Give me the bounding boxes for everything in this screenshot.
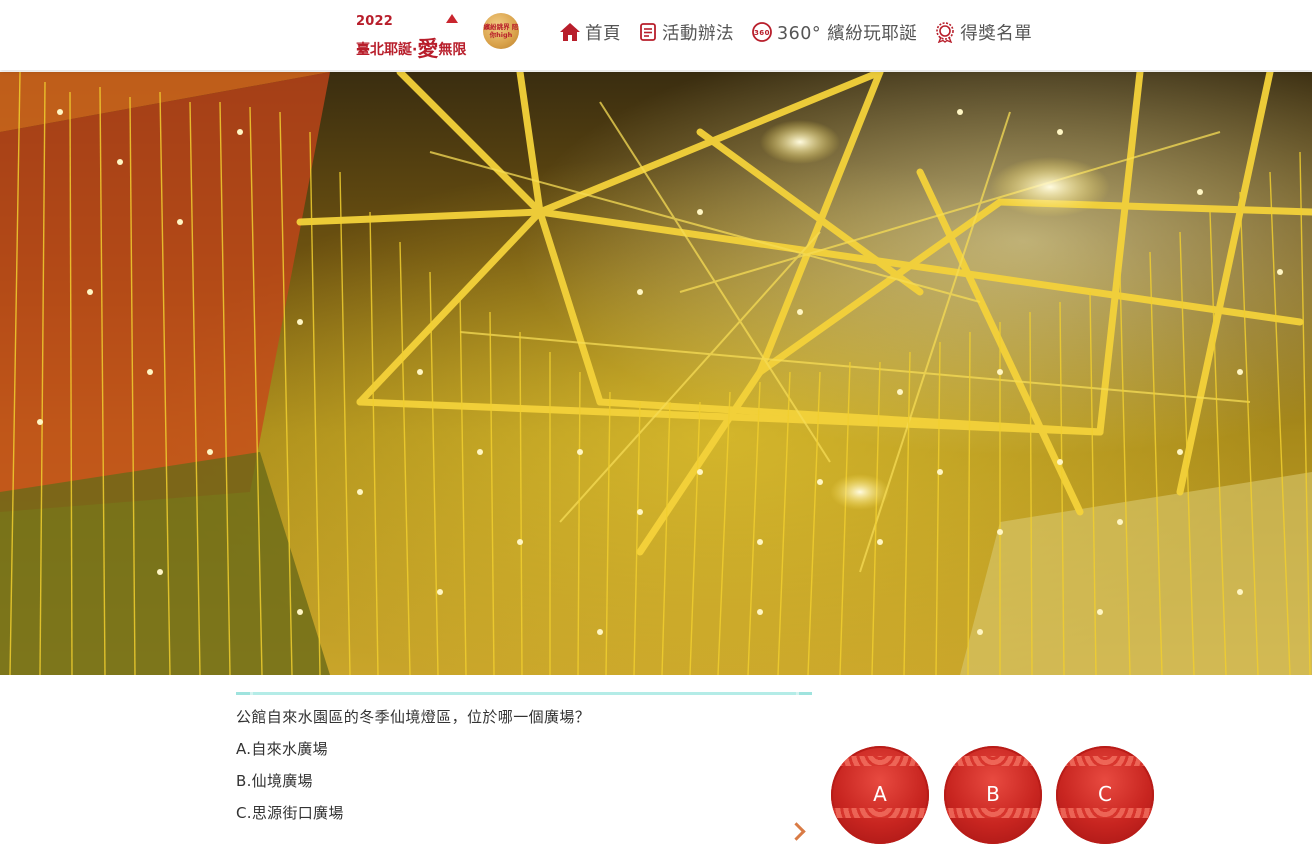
main-nav: 首頁 活動辦法 360 360° 繽紛玩耶誕 得獎名單: [559, 18, 1049, 46]
hero-image: [0, 72, 1312, 675]
ornament-band: [1056, 808, 1154, 818]
award-icon: [934, 21, 960, 43]
ornament-band: [944, 756, 1042, 766]
section-divider: [236, 692, 812, 695]
quiz-option-c: C.思源街口廣場: [236, 804, 344, 822]
nav-home-label: 首頁: [585, 23, 621, 44]
nav-rules[interactable]: 活動辦法: [638, 20, 734, 45]
logo-title-left: 臺北耶誕: [356, 42, 412, 58]
nav-360[interactable]: 360 360° 繽紛玩耶誕: [751, 20, 917, 45]
answer-label-a: A: [873, 782, 887, 806]
logo-title: 臺北耶誕·愛無限: [356, 31, 466, 61]
ornament-band: [1056, 756, 1154, 766]
document-icon: [638, 22, 662, 42]
arrow-icon: [787, 822, 806, 841]
nav-winners-label: 得獎名單: [960, 23, 1033, 44]
answer-button-b[interactable]: B: [944, 746, 1042, 844]
360-icon: 360: [751, 21, 777, 43]
answer-label-c: C: [1098, 782, 1112, 806]
string-lights-graphic: [0, 72, 1312, 675]
nav-winners[interactable]: 得獎名單: [934, 20, 1032, 45]
site-logo[interactable]: 2022 臺北耶誕·愛無限 繽紛跳界 陪你high: [356, 11, 521, 61]
logo-year: 2022: [356, 14, 393, 29]
logo-title-right: 無限: [438, 42, 467, 58]
answer-button-a[interactable]: A: [831, 746, 929, 844]
ornament-band: [944, 808, 1042, 818]
logo-badge: 繽紛跳界 陪你high: [483, 13, 519, 49]
quiz-option-b: B.仙境廣場: [236, 772, 313, 790]
quiz-option-a: A.自來水廣場: [236, 740, 328, 758]
site-header: 2022 臺北耶誕·愛無限 繽紛跳界 陪你high 首頁 活動辦法 360 36…: [0, 0, 1312, 70]
answer-label-b: B: [986, 782, 1000, 806]
home-icon: [559, 22, 585, 42]
ornament-band: [831, 808, 929, 818]
santa-hat-icon: [446, 14, 458, 23]
nav-360-label: 360° 繽紛玩耶誕: [777, 23, 918, 44]
nav-rules-label: 活動辦法: [662, 23, 734, 44]
logo-title-love: 愛: [417, 36, 439, 61]
quiz-question: 公館自來水園區的冬季仙境燈區，位於哪一個廣場？: [236, 708, 591, 726]
ornament-band: [831, 756, 929, 766]
nav-home[interactable]: 首頁: [559, 20, 621, 45]
svg-text:360: 360: [754, 29, 770, 37]
answer-button-c[interactable]: C: [1056, 746, 1154, 844]
